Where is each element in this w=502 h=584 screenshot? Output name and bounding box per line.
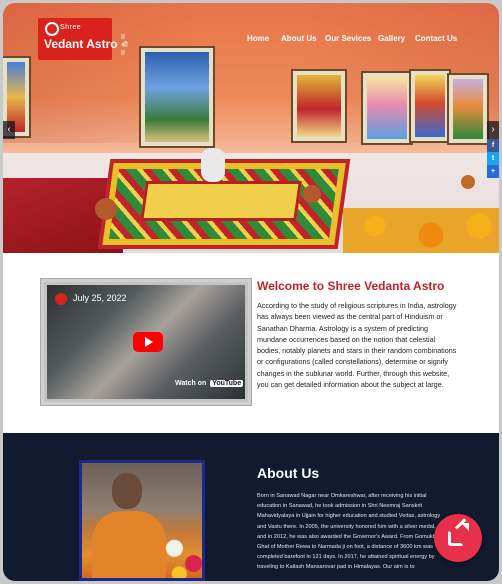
facebook-icon[interactable]: f (487, 139, 499, 152)
deity-frame-2 (141, 48, 213, 146)
nav-about-us[interactable]: About Us (281, 34, 317, 43)
external-link-icon (448, 530, 464, 546)
logo-small-text: Shree (60, 24, 82, 31)
logo-main-text: Vedant Astro (44, 37, 118, 51)
deity-frame-6 (449, 75, 487, 143)
about-heading: About Us (257, 465, 320, 481)
watch-on-label: Watch on (175, 380, 207, 387)
external-link-button[interactable] (434, 514, 482, 562)
video-title: July 25, 2022 (73, 293, 127, 303)
rangoli-center (140, 181, 302, 221)
deity-frame-3 (293, 71, 345, 141)
nav-our-services[interactable]: Our Sevices (325, 34, 371, 43)
about-section: About Us Born in Sanawad Nagar near Omka… (3, 433, 499, 581)
share-icon[interactable]: + (487, 165, 499, 178)
kalash-pot (461, 175, 475, 189)
nav-contact-us[interactable]: Contact Us (415, 34, 457, 43)
youtube-logo: YouTube (210, 380, 244, 387)
deity-frame-4 (363, 73, 411, 143)
astrologer-photo (79, 460, 205, 581)
logo-symbol-icon (45, 22, 59, 36)
kalash-pot (95, 198, 117, 220)
nav-home[interactable]: Home (247, 34, 269, 43)
person-body (92, 511, 166, 578)
chevron-left-icon: ‹ (7, 124, 11, 135)
marigold-garland (343, 208, 499, 253)
twitter-icon[interactable]: t (487, 152, 499, 165)
person-head (112, 473, 142, 509)
video-thumbnail: July 25, 2022 Watch on YouTube (47, 285, 245, 399)
about-paragraph: Born in Sanawad Nagar near Omkareshwar, … (257, 493, 441, 571)
watch-on-youtube[interactable]: Watch on YouTube (175, 380, 244, 387)
social-share-bar: f t + (487, 139, 499, 178)
site-logo[interactable]: II श्री II Shree Vedant Astro (38, 18, 128, 60)
carousel-next-button[interactable]: › (487, 121, 499, 139)
logo-top-text: II श्री II (121, 34, 128, 57)
nav-gallery[interactable]: Gallery (378, 34, 405, 43)
hero-banner: II श्री II Shree Vedant Astro Home About… (3, 3, 499, 253)
carousel-prev-button[interactable]: ‹ (3, 121, 15, 139)
video-embed[interactable]: July 25, 2022 Watch on YouTube (41, 279, 251, 405)
youtube-play-button[interactable] (133, 332, 163, 352)
browser-frame: II श्री II Shree Vedant Astro Home About… (3, 3, 499, 581)
flower-decoration (160, 533, 202, 578)
welcome-paragraph: According to the study of religious scri… (257, 301, 457, 390)
chevron-right-icon: › (491, 124, 495, 135)
offering-pot (201, 148, 225, 182)
channel-avatar (55, 293, 67, 305)
kalash-pot (303, 185, 321, 203)
welcome-heading: Welcome to Shree Vedanta Astro (257, 279, 445, 293)
external-link-arrowhead (461, 523, 469, 531)
deity-frame-5 (411, 71, 449, 141)
